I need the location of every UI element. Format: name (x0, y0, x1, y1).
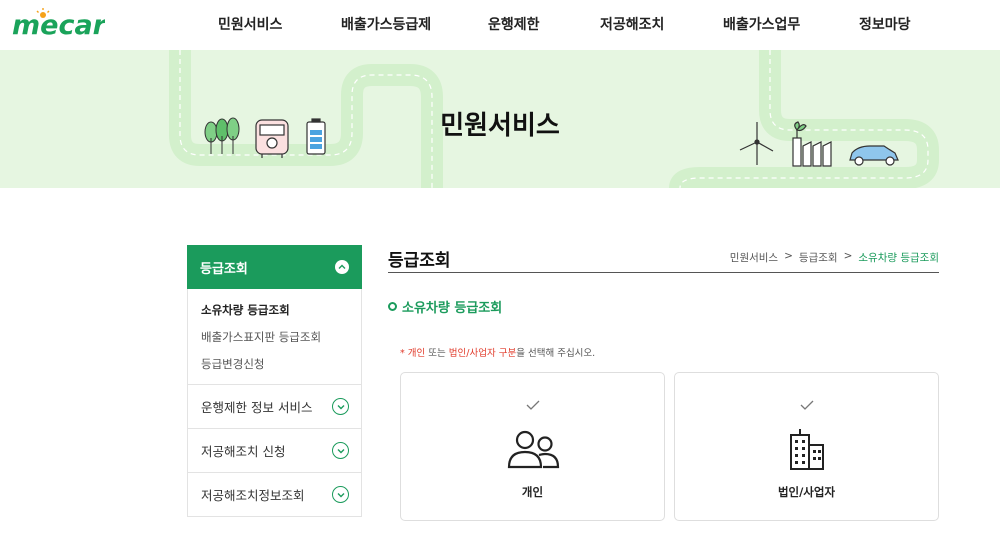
selection-notice: * 개인 또는 법인/사업자 구분을 선택해 주십시오. (400, 345, 595, 359)
nav-low-emission[interactable]: 저공해조치 (600, 14, 664, 34)
nav-emission-work[interactable]: 배출가스업무 (723, 14, 800, 34)
section-title: 소유차량 등급조회 (388, 297, 502, 316)
breadcrumb-item[interactable]: 민원서비스 (730, 250, 778, 265)
section-title-text: 소유차량 등급조회 (402, 301, 503, 316)
notice-option-individual: 개인 (407, 348, 426, 359)
nav-info[interactable]: 정보마당 (859, 14, 911, 34)
people-icon (507, 430, 559, 469)
sidebar-group-grade-inquiry[interactable]: 등급조회 (187, 245, 362, 289)
chevron-down-icon[interactable] (332, 398, 349, 415)
sidebar: 등급조회 소유차량 등급조회 배출가스표지판 등급조회 등급변경신청 운행제한 … (187, 245, 362, 517)
sidebar-item-grade-change[interactable]: 등급변경신청 (201, 351, 361, 378)
breadcrumb-item[interactable]: 등급조회 (799, 250, 838, 265)
card-label: 개인 (521, 485, 544, 499)
site-header: mecar 민원서비스 배출가스등급제 운행제한 저공해조치 배출가스업무 정보… (0, 0, 1000, 50)
breadcrumb: 민원서비스 > 등급조회 > 소유차량 등급조회 (730, 250, 939, 265)
card-label: 법인/사업자 (777, 485, 836, 499)
nav-driving-restriction[interactable]: 운행제한 (488, 14, 540, 34)
sidebar-submenu: 소유차량 등급조회 배출가스표지판 등급조회 등급변경신청 (187, 289, 362, 385)
car-icon (849, 145, 899, 166)
breadcrumb-separator: > (784, 250, 793, 262)
sidebar-item-low-emission-info[interactable]: 저공해조치정보조회 (187, 473, 362, 517)
sidebar-item-low-emission-apply[interactable]: 저공해조치 신청 (187, 429, 362, 473)
building-icon (789, 429, 824, 470)
check-icon (526, 400, 539, 410)
notice-star: * (400, 348, 405, 359)
notice-text: 을 선택해 주십시오. (516, 348, 596, 359)
notice-option-corporate: 법인/사업자 구분 (448, 348, 517, 359)
sidebar-item-emission-sign-grade[interactable]: 배출가스표지판 등급조회 (201, 324, 361, 351)
mecar-logo[interactable]: mecar (10, 6, 105, 42)
nav-civil-service[interactable]: 민원서비스 (218, 14, 282, 34)
nav-emission-grade[interactable]: 배출가스등급제 (341, 14, 431, 34)
sidebar-item-label: 저공해조치 신청 (201, 444, 286, 459)
sidebar-item-driving-restriction-info[interactable]: 운행제한 정보 서비스 (187, 385, 362, 429)
page-banner: 민원서비스 (0, 50, 1000, 188)
check-icon (800, 400, 813, 410)
circle-bullet-icon (388, 302, 397, 311)
page-title: 등급조회 (388, 251, 451, 271)
breadcrumb-current: 소유차량 등급조회 (858, 252, 939, 264)
individual-select-card[interactable]: 개인 (400, 372, 665, 521)
svg-text:mecar: mecar (12, 10, 105, 41)
chevron-down-icon[interactable] (332, 442, 349, 459)
sidebar-item-owned-vehicle-grade[interactable]: 소유차량 등급조회 (201, 297, 361, 324)
breadcrumb-separator: > (843, 250, 853, 262)
chevron-down-icon[interactable] (332, 486, 349, 503)
sidebar-group-label: 등급조회 (200, 261, 248, 277)
notice-text: 또는 (425, 348, 449, 359)
sidebar-item-label: 저공해조치정보조회 (201, 488, 305, 503)
chevron-up-icon[interactable] (335, 260, 349, 274)
sidebar-item-label: 운행제한 정보 서비스 (201, 400, 313, 415)
banner-title: 민원서비스 (440, 111, 560, 141)
title-divider (388, 272, 939, 273)
corporate-select-card[interactable]: 법인/사업자 (674, 372, 939, 521)
